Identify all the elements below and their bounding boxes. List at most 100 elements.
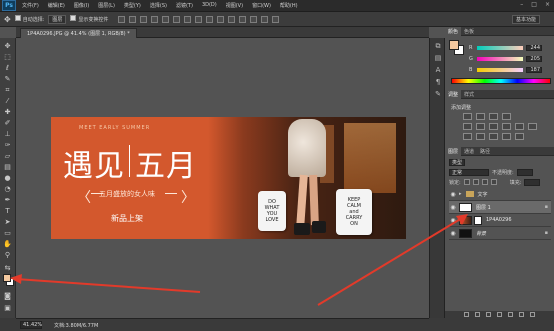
blur-tool-icon[interactable]: ● [3,174,12,182]
delete-layer-icon[interactable] [530,312,535,317]
zoom-field[interactable]: 41.42% [20,321,42,329]
invert-icon[interactable] [463,133,472,140]
shape-tool-icon[interactable]: ▭ [3,229,12,237]
menu-view[interactable]: 视图(V) [226,2,243,9]
visibility-eye-icon[interactable]: ◉ [449,191,457,198]
layer-row[interactable]: ◉ 1P4A0296 [449,214,551,227]
fill-field[interactable] [524,178,541,186]
gradient-map-icon[interactable] [515,133,524,140]
layer-row[interactable]: ◉ ▸ 文字 [449,188,551,201]
foreground-color-chip[interactable] [449,40,459,50]
tab-styles[interactable]: 样式 [461,91,477,98]
curves-icon[interactable] [489,113,498,120]
screen-mode-icon[interactable]: ▣ [3,304,12,312]
pen-tool-icon[interactable]: ✒ [3,196,12,204]
visibility-eye-icon[interactable]: ◉ [449,204,457,211]
align-bottom-icon[interactable] [140,15,148,23]
type-tool-icon[interactable]: T [3,207,12,215]
distribute-right-icon[interactable] [239,15,247,23]
lock-pixels-icon[interactable] [472,179,479,185]
photo-filter-icon[interactable] [515,123,524,130]
marquee-tool-icon[interactable]: ⬚ [3,53,12,61]
selective-color-icon[interactable] [502,133,511,140]
align-top-icon[interactable] [118,15,126,23]
dodge-tool-icon[interactable]: ◔ [3,185,12,193]
crop-tool-icon[interactable]: ⌗ [3,86,12,94]
properties-icon[interactable]: ▤ [434,54,442,62]
align-right-icon[interactable] [173,15,181,23]
close-icon[interactable]: × [545,1,550,8]
show-transform-checkbox[interactable]: 显示变换控件 [70,15,108,23]
slider-track[interactable] [477,46,523,50]
menu-help[interactable]: 帮助(H) [280,2,298,9]
distribute-left-icon[interactable] [217,15,225,23]
menu-3d[interactable]: 3D(D) [202,2,217,9]
3d-pan-icon[interactable] [272,15,280,23]
document-tab[interactable]: 1P4A0296.JPG @ 41.4% (图层 1, RGB/8) * [20,28,137,38]
color-spectrum[interactable] [451,78,551,84]
add-mask-icon[interactable] [486,312,491,317]
tab-channels[interactable]: 通道 [461,148,477,155]
hue-saturation-icon[interactable] [476,123,485,130]
new-layer-icon[interactable] [519,312,524,317]
channel-value[interactable]: 244 [526,45,542,51]
swap-colors-icon[interactable]: ⇆ [3,264,12,272]
path-select-tool-icon[interactable]: ➤ [3,218,12,226]
link-layers-icon[interactable] [464,312,469,317]
new-adjustment-icon[interactable] [497,312,502,317]
expand-arrow-icon[interactable]: ▸ [459,191,462,197]
foreground-color-swatch[interactable] [3,274,11,282]
distribute-vcenter-icon[interactable] [195,15,203,23]
quick-mask-icon[interactable]: ◙ [3,292,12,300]
channel-value[interactable]: 205 [526,56,542,62]
opacity-field[interactable] [516,168,533,176]
brightness-contrast-icon[interactable] [463,113,472,120]
color-balance-icon[interactable] [489,123,498,130]
layer-row[interactable]: ◉ 图层 1 ▪ [449,201,551,214]
workspace-dropdown[interactable]: 基本功能 [511,15,540,24]
hand-tool-icon[interactable]: ✋ [3,240,12,248]
slider-track[interactable] [477,57,523,61]
levels-icon[interactable] [476,113,485,120]
brush-tool-icon[interactable]: ✐ [3,119,12,127]
align-left-icon[interactable] [151,15,159,23]
menu-layer[interactable]: 图层(L) [98,2,115,9]
3d-mode-icon[interactable] [250,15,258,23]
vibrance-icon[interactable] [463,123,472,130]
posterize-icon[interactable] [476,133,485,140]
menu-type[interactable]: 类型(Y) [124,2,141,9]
layer-style-icon[interactable] [475,312,480,317]
channel-value[interactable]: 187 [526,67,542,73]
tab-swatches[interactable]: 色板 [461,28,477,35]
gradient-tool-icon[interactable]: ▤ [3,163,12,171]
menu-edit[interactable]: 编辑(E) [48,2,65,9]
lock-position-icon[interactable] [481,179,488,185]
zoom-tool-icon[interactable]: ⚲ [3,251,12,259]
lock-all-icon[interactable] [490,179,497,185]
menu-window[interactable]: 窗口(W) [252,2,271,9]
healing-brush-tool-icon[interactable]: ✚ [3,108,12,116]
history-brush-tool-icon[interactable]: ✑ [3,141,12,149]
menu-file[interactable]: 文件(F) [22,2,39,9]
distribute-hcenter-icon[interactable] [228,15,236,23]
layer-kind-filter[interactable]: 类型 [449,158,466,166]
exposure-icon[interactable] [502,113,511,120]
new-group-icon[interactable] [508,312,513,317]
eraser-tool-icon[interactable]: ▱ [3,152,12,160]
slider-track[interactable] [477,68,523,72]
threshold-icon[interactable] [489,133,498,140]
quick-select-tool-icon[interactable]: ✎ [3,75,12,83]
visibility-eye-icon[interactable]: ◉ [449,217,457,224]
history-icon[interactable]: ⧉ [434,42,442,50]
eyedropper-tool-icon[interactable]: ⁄ [3,97,12,105]
align-vcenter-icon[interactable] [129,15,137,23]
blend-mode-dropdown[interactable]: 正常 [449,168,489,176]
black-white-icon[interactable] [502,123,511,130]
maximize-icon[interactable]: □ [531,1,537,8]
document-size[interactable]: 文档:3.80M/6.77M [54,322,98,329]
menu-filter[interactable]: 滤镜(T) [176,2,193,9]
brush-presets-icon[interactable]: ✎ [434,90,442,98]
channel-mixer-icon[interactable] [528,123,537,130]
tab-paths[interactable]: 路径 [477,148,493,155]
move-tool-icon[interactable]: ✥ [4,15,11,24]
